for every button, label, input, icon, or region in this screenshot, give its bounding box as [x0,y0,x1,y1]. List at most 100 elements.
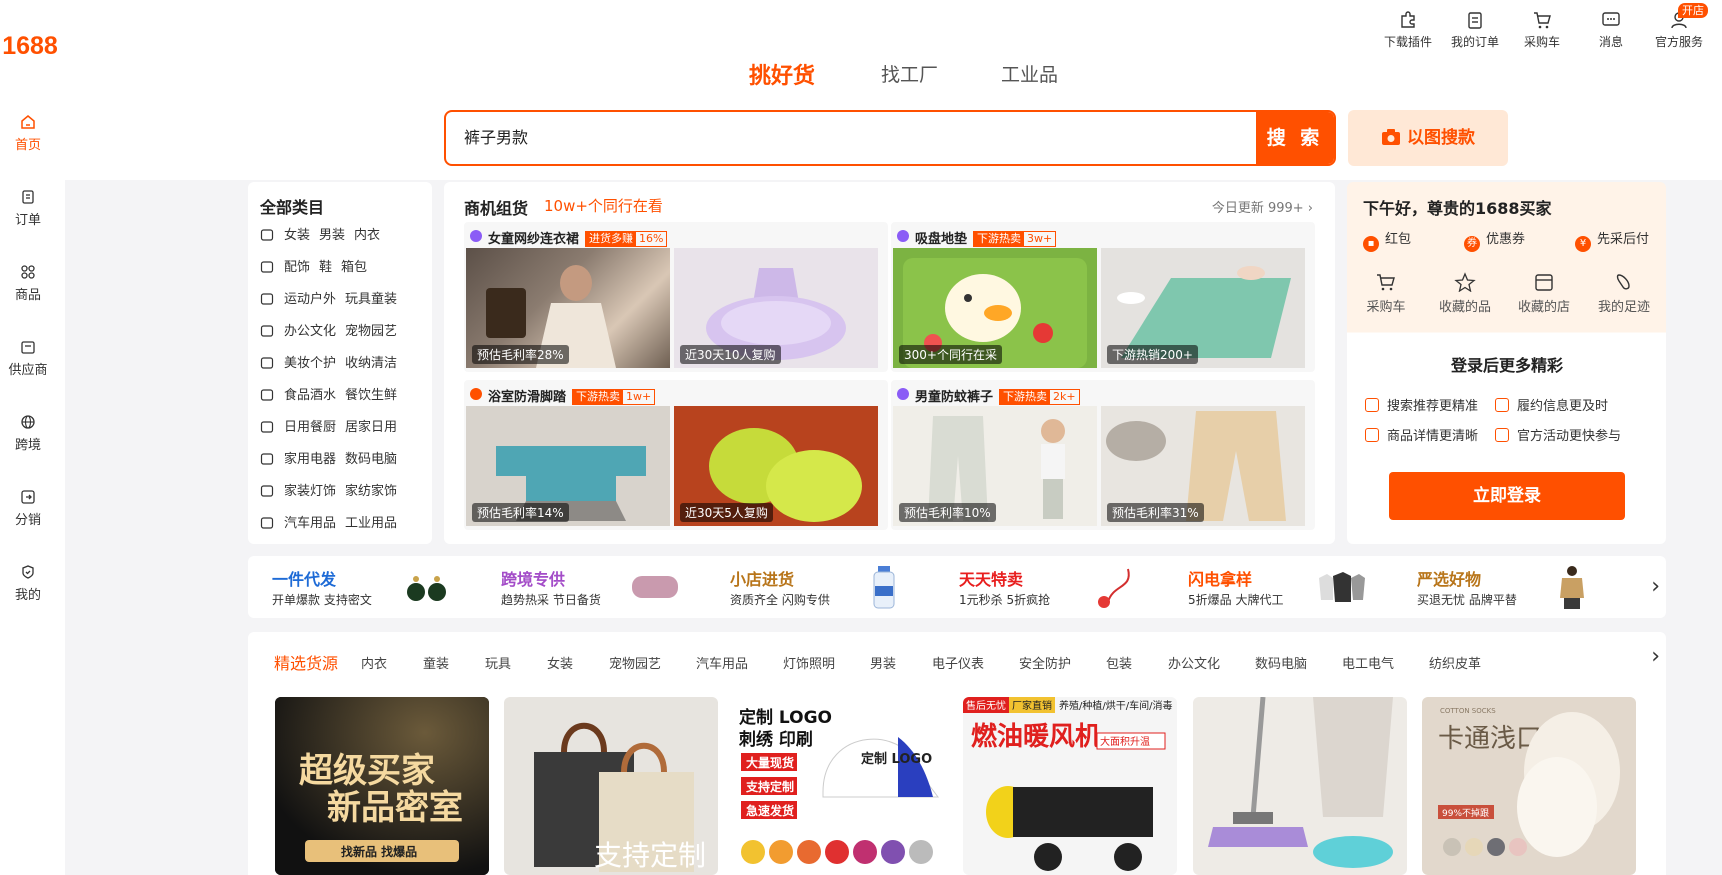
nav-products[interactable]: 商品 [0,264,56,303]
filter-tab[interactable]: 汽车用品 [696,653,748,672]
filter-tab[interactable]: 女装 [547,653,573,672]
my-orders-link[interactable]: 我的订单 [1445,10,1505,50]
category-link[interactable]: 食品酒水 [284,388,336,403]
business-update-link[interactable]: 今日更新 999+ › [1212,197,1313,216]
category-link[interactable]: 家纺家饰 [345,484,397,499]
category-link[interactable]: 日用餐厨 [284,420,336,435]
download-plugin-link[interactable]: 下载插件 [1378,10,1438,50]
quick-footprints[interactable]: 我的足迹 [1589,272,1659,315]
product-image[interactable]: 预估毛利率31% [1101,406,1305,526]
business-card-dress[interactable]: 女童网纱连衣裙 进货多赚 16% 预估毛利率28% 近30天10人复购 [464,222,888,372]
card-tag-value: 3w+ [1027,232,1053,245]
product-card[interactable]: 售后无忧 厂家直销 养殖/种植/烘干/车间/消毒 燃油暖风机 大面积升温 [963,697,1177,875]
nav-suppliers[interactable]: 供应商 [0,339,56,378]
tab-pick-goods[interactable]: 挑好货 [749,58,815,90]
service-dropship[interactable]: 一件代发 开单爆款 支持密文 [248,556,477,618]
category-link[interactable]: 鞋 [319,260,332,275]
nav-distribution[interactable]: 分销 [0,489,56,528]
business-card-pants[interactable]: 男童防蚊裤子 下游热卖 2k+ 预估毛利率10% 预估毛利率31% [891,380,1315,530]
product-image[interactable]: 近30天10人复购 [674,248,878,368]
red-packet-link[interactable]: ▪ 红包 [1363,228,1411,252]
tab-industrial[interactable]: 工业品 [1001,60,1058,87]
category-link[interactable]: 收纳清洁 [345,356,397,371]
product-image[interactable]: 近30天5人复购 [674,406,878,526]
image-search-button[interactable]: 以图搜款 [1348,110,1508,166]
search-button[interactable]: 搜 索 [1256,112,1334,164]
category-link[interactable]: 餐饮生鲜 [345,388,397,403]
filter-tab[interactable]: 宠物园艺 [609,653,661,672]
card-title: 男童防蚊裤子 下游热卖 2k+ [915,386,1080,405]
service-title: 天天特卖 [959,570,1024,589]
chevron-right-icon: › [1307,201,1313,216]
service-selected-goods[interactable]: 严选好物 买退无忧 品牌平替 [1393,556,1622,618]
service-daily-deals[interactable]: 天天特卖 1元秒杀 5折疯抢 [935,556,1164,618]
nav-crossborder[interactable]: 跨境 [0,414,56,453]
category-link[interactable]: 家装灯饰 [284,484,336,499]
banner-line-3: 找新品 找爆品 [341,844,417,859]
filter-tab[interactable]: 电工电气 [1342,653,1394,672]
business-card-footstool[interactable]: 浴室防滑脚踏 下游热卖 1w+ 预估毛利率14% 近30天5人复购 [464,380,888,530]
category-link[interactable]: 办公文化 [284,324,336,339]
purchase-cart-link[interactable]: 采购车 [1512,10,1572,50]
product-image[interactable]: 预估毛利率14% [466,406,670,526]
site-logo[interactable]: 1688 [0,32,60,61]
filter-tab[interactable]: 安全防护 [1019,653,1071,672]
category-link[interactable]: 男装 [319,228,345,243]
product-image[interactable]: 预估毛利率10% [893,406,1097,526]
filter-next-arrow[interactable]: › [1651,644,1660,669]
category-link[interactable]: 箱包 [341,260,367,275]
category-link[interactable]: 居家日用 [345,420,397,435]
filter-tab[interactable]: 电子仪表 [932,653,984,672]
filter-tab[interactable]: 纺织皮革 [1429,653,1481,672]
filter-tab[interactable]: 玩具 [485,653,511,672]
filter-tab[interactable]: 数码电脑 [1255,653,1307,672]
filter-tab[interactable]: 男装 [870,653,896,672]
category-link[interactable]: 美妆个护 [284,356,336,371]
quick-favorite-stores[interactable]: 收藏的店 [1509,272,1579,315]
quick-favorite-items[interactable]: 收藏的品 [1430,272,1500,315]
filter-tab[interactable]: 童装 [423,653,449,672]
filter-tab[interactable]: 办公文化 [1168,653,1220,672]
filter-tab[interactable]: 内衣 [361,653,387,672]
category-link[interactable]: 女装 [284,228,310,243]
category-link[interactable]: 配饰 [284,260,310,275]
service-fast-sample[interactable]: 闪电拿样 5折爆品 大牌代工 [1164,556,1393,618]
open-store-badge[interactable]: 开店 [1678,3,1708,18]
grid-icon [21,265,35,279]
filter-tab[interactable]: 灯饰照明 [783,653,835,672]
category-link[interactable]: 汽车用品 [284,516,336,531]
quick-cart[interactable]: 采购车 [1351,272,1421,315]
search-input[interactable] [464,112,1164,164]
category-link[interactable]: 运动户外 [284,292,336,307]
category-link[interactable]: 家用电器 [284,452,336,467]
category-link[interactable]: 内衣 [354,228,380,243]
service-small-shop[interactable]: 小店进货 资质齐全 闪购专供 [706,556,935,618]
nav-orders[interactable]: 订单 [0,189,56,228]
coupon-link[interactable]: 券优惠券 [1464,228,1525,252]
nav-mine[interactable]: 我的 [0,564,56,603]
messages-link[interactable]: 消息 [1581,10,1641,50]
business-card-mat[interactable]: 吸盘地垫 下游热卖 3w+ 300+个同行在采 下游热销200+ [891,222,1315,372]
product-card[interactable]: 超级买家 新品密室 找新品 找爆品 [275,697,489,875]
product-image[interactable]: 预估毛利率28% [466,248,670,368]
category-link[interactable]: 数码电脑 [345,452,397,467]
filter-tab[interactable]: 包装 [1106,653,1132,672]
category-link[interactable]: 宠物园艺 [345,324,397,339]
product-card[interactable]: 支持定制 [504,697,718,875]
buy-now-pay-later-link[interactable]: ¥ 先采后付 [1575,228,1649,252]
service-crossborder[interactable]: 跨境专供 趋势热采 节日备货 [477,556,706,618]
product-image[interactable]: 下游热销200+ [1101,248,1305,368]
product-card[interactable]: COTTON SOCKS 卡通浅口 99%不掉跟 [1422,697,1636,875]
tab-find-factory[interactable]: 找工厂 [881,60,938,87]
nav-home[interactable]: 首页 [0,114,56,153]
search-bar: 搜 索 [444,110,1336,166]
filter-tab-featured[interactable]: 精选货源 [274,650,338,674]
login-button[interactable]: 立即登录 [1389,472,1625,520]
product-card[interactable] [1193,697,1407,875]
product-card[interactable]: 定制 LOGO 刺绣 印刷 大量现货 支持定制 急速发货 定制 LOGO [733,697,947,875]
category-link[interactable]: 工业用品 [345,516,397,531]
product-image[interactable]: 300+个同行在采 [893,248,1097,368]
services-next-arrow[interactable]: › [1651,574,1660,599]
category-link[interactable]: 玩具童装 [345,292,397,307]
card-title: 吸盘地垫 下游热卖 3w+ [915,228,1057,247]
